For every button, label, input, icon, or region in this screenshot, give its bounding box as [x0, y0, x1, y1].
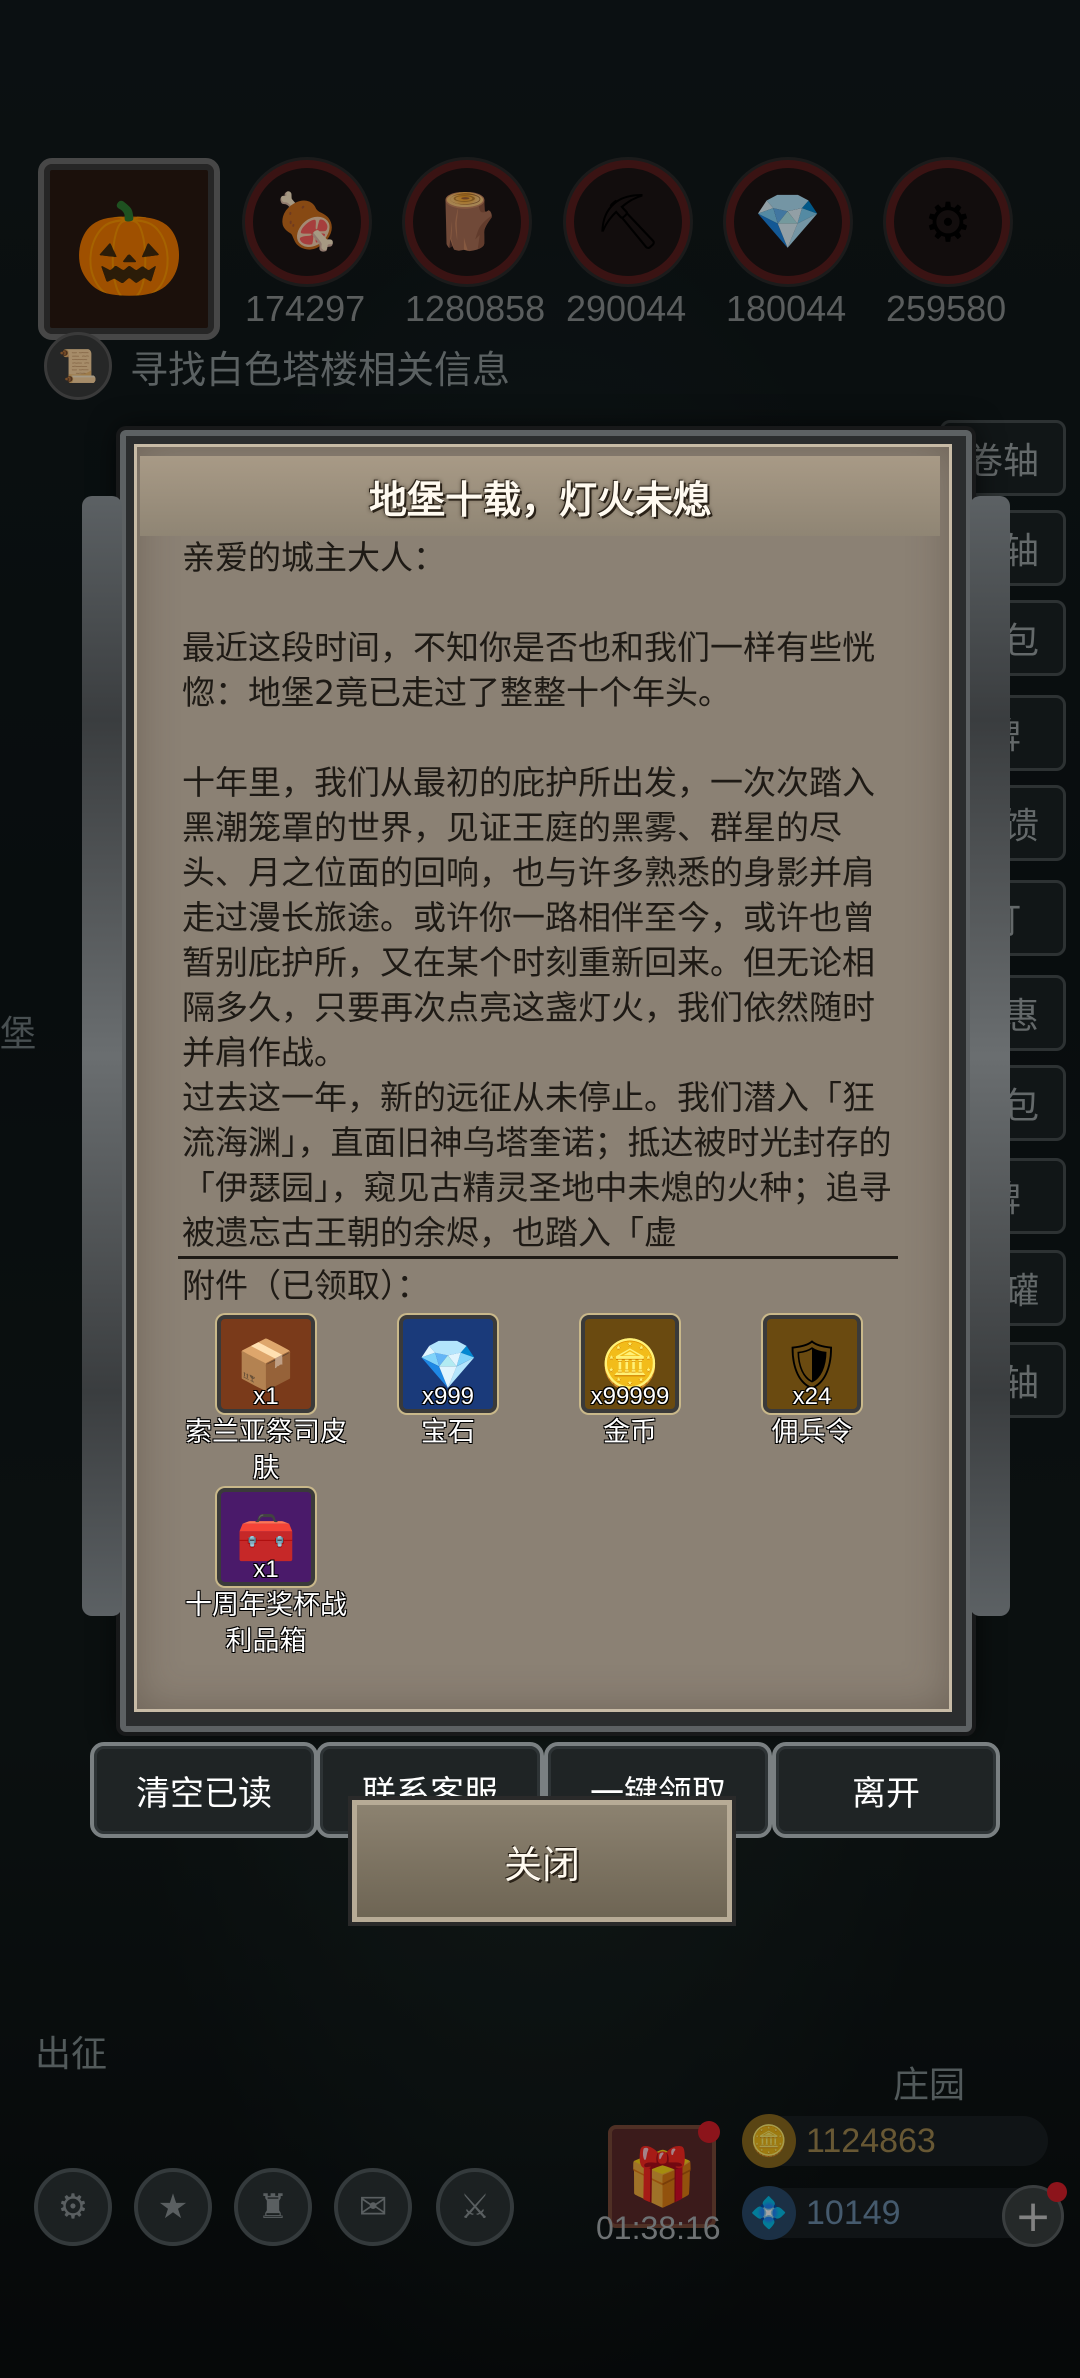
attachment-item[interactable]: 🧰 x1 十周年奖杯战利品箱	[176, 1488, 356, 1660]
attachment-divider	[178, 1256, 898, 1259]
mail-title: 地堡十载，灯火未熄	[368, 477, 711, 522]
attachments-title: 附件（已领取）：	[182, 1266, 430, 1305]
attachment-name: 金币	[603, 1417, 657, 1448]
attachment-qty: x1	[253, 1556, 279, 1583]
attachment-name: 索兰亚祭司皮肤	[185, 1417, 347, 1484]
attachment-name: 佣兵令	[771, 1417, 853, 1448]
attachment-qty: x999	[421, 1383, 475, 1410]
gold-coin-icon: 🪙 x99999	[581, 1315, 679, 1413]
attachment-name: 宝石	[421, 1417, 475, 1448]
attachment-qty: x99999	[590, 1383, 670, 1410]
attachment-qty: x24	[792, 1383, 832, 1410]
attachment-item[interactable]: 🪙 x99999 金币	[540, 1315, 720, 1451]
close-button[interactable]: 关闭	[352, 1800, 732, 1922]
leave-button[interactable]: 离开	[772, 1742, 1000, 1838]
chest-icon: 📦 x1	[217, 1315, 315, 1413]
mail-title-band: 地堡十载，灯火未熄	[140, 456, 940, 536]
trophy-chest-icon: 🧰 x1	[217, 1488, 315, 1586]
attachment-item[interactable]: 💎 x999 宝石	[358, 1315, 538, 1451]
attachment-qty: x1	[253, 1383, 279, 1410]
attachment-item[interactable]: 📦 x1 索兰亚祭司皮肤	[176, 1315, 356, 1487]
mail-body[interactable]: 亲爱的城主大人： 最近这段时间，不知你是否也和我们一样有些恍惚：地堡2竟已走过了…	[182, 535, 902, 1255]
gem-icon: 💎 x999	[399, 1315, 497, 1413]
attachment-item[interactable]: 🛡 x24 佣兵令	[722, 1315, 902, 1451]
attachment-name: 十周年奖杯战利品箱	[185, 1590, 347, 1657]
mercenary-token-icon: 🛡 x24	[763, 1315, 861, 1413]
clear-read-button[interactable]: 清空已读	[90, 1742, 318, 1838]
